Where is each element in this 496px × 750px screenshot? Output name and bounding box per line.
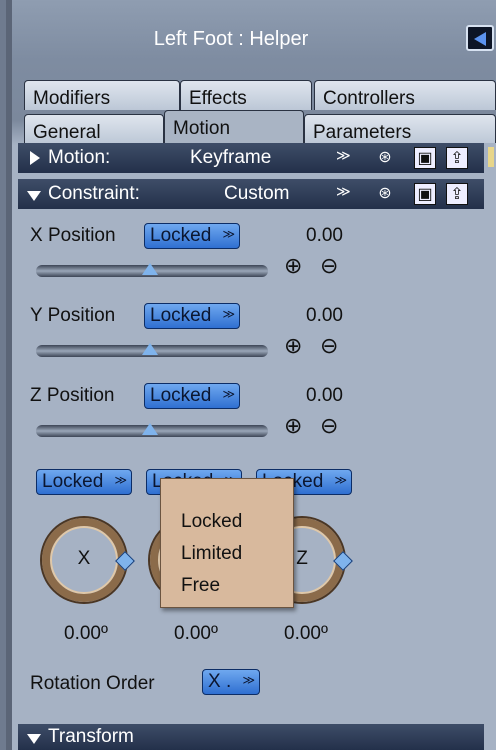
globe-icon[interactable]: ⊛: [374, 183, 396, 205]
zoom-in-icon[interactable]: ⊕: [284, 253, 302, 279]
collapse-icon[interactable]: [27, 191, 41, 201]
mode-popup-menu: Locked Limited Free: [160, 478, 294, 608]
y-rotation-value[interactable]: 0.00º: [174, 623, 218, 645]
chevron-down-icon[interactable]: ≫: [336, 183, 351, 200]
back-arrow-button[interactable]: [466, 25, 494, 51]
load-icon[interactable]: ⇪: [446, 183, 468, 205]
z-position-value[interactable]: 0.00: [306, 385, 343, 407]
x-position-slider[interactable]: [36, 263, 268, 277]
x-position-mode: Locked: [150, 225, 212, 246]
rotation-order-label: Rotation Order: [30, 673, 155, 694]
zoom-out-icon[interactable]: ⊖: [320, 413, 338, 439]
zoom-in-icon[interactable]: ⊕: [284, 333, 302, 359]
x-rotation-value[interactable]: 0.00º: [64, 623, 108, 645]
tab-strip: Modifiers Effects Controllers General Mo…: [12, 80, 496, 147]
zoom-in-icon[interactable]: ⊕: [284, 413, 302, 439]
slider-thumb[interactable]: [142, 343, 158, 355]
transform-section-bar[interactable]: Transform: [18, 724, 484, 750]
z-rotation-value[interactable]: 0.00º: [284, 623, 328, 645]
x-position-mode-dropdown[interactable]: Locked ≫: [144, 223, 240, 249]
menu-item-limited[interactable]: Limited: [181, 543, 242, 565]
z-position-slider[interactable]: [36, 423, 268, 437]
x-position-label: X Position: [30, 225, 116, 246]
zoom-out-icon[interactable]: ⊖: [320, 253, 338, 279]
y-position-value[interactable]: 0.00: [306, 305, 343, 327]
load-icon[interactable]: ⇪: [446, 147, 468, 169]
tab-motion[interactable]: Motion: [164, 110, 304, 144]
window-title: Left Foot : Helper: [153, 28, 309, 50]
x-rotation-dial[interactable]: X: [42, 518, 135, 602]
collapse-icon[interactable]: [27, 734, 41, 744]
x-position-value[interactable]: 0.00: [306, 225, 343, 247]
save-icon[interactable]: ▣: [414, 183, 436, 205]
menu-item-free[interactable]: Free: [181, 575, 220, 597]
motion-tab-content: Motion: Keyframe ≫ ⊛ ▣ ⇪ Constraint: Cus…: [18, 143, 496, 750]
dial-handle[interactable]: [115, 551, 135, 571]
constraint-label: Constraint:: [48, 183, 140, 204]
chevron-down-icon: ≫: [222, 387, 235, 401]
chevron-down-icon: ≫: [114, 473, 127, 487]
tab-general[interactable]: General: [24, 114, 164, 144]
slider-thumb[interactable]: [142, 423, 158, 435]
z-position-mode: Locked: [150, 385, 212, 406]
save-icon[interactable]: ▣: [414, 147, 436, 169]
y-position-mode-dropdown[interactable]: Locked ≫: [144, 303, 240, 329]
dial-handle[interactable]: [333, 551, 353, 571]
chevron-down-icon[interactable]: ≫: [336, 147, 351, 164]
y-position-label: Y Position: [30, 305, 116, 326]
tab-modifiers[interactable]: Modifiers: [24, 80, 180, 110]
slider-thumb[interactable]: [142, 263, 158, 275]
x-rotation-mode-dropdown[interactable]: Locked ≫: [36, 469, 132, 495]
x-rotation-mode: Locked: [42, 471, 104, 492]
tab-parameters[interactable]: Parameters: [304, 114, 496, 144]
constraint-section-bar[interactable]: Constraint: Custom ≫ ⊛ ▣ ⇪: [18, 179, 484, 209]
chevron-down-icon: ≫: [222, 227, 235, 241]
z-position-label: Z Position: [30, 385, 115, 406]
transform-label: Transform: [48, 726, 134, 747]
y-position-slider[interactable]: [36, 343, 268, 357]
rotation-order-dropdown[interactable]: X . ≫: [202, 669, 260, 695]
z-position-mode-dropdown[interactable]: Locked ≫: [144, 383, 240, 409]
globe-icon[interactable]: ⊛: [374, 147, 396, 169]
expand-icon[interactable]: [30, 151, 40, 165]
chevron-down-icon: ≫: [334, 473, 347, 487]
motion-label: Motion:: [48, 147, 111, 168]
motion-value[interactable]: Keyframe: [190, 147, 271, 169]
tab-effects[interactable]: Effects: [180, 80, 312, 110]
chevron-down-icon: ≫: [222, 307, 235, 321]
constraint-value[interactable]: Custom: [224, 183, 289, 205]
scrollbar-thumb[interactable]: [488, 147, 494, 167]
rotation-order-value: X .: [208, 671, 232, 692]
motion-section-bar[interactable]: Motion: Keyframe ≫ ⊛ ▣ ⇪: [18, 143, 484, 173]
tab-controllers[interactable]: Controllers: [314, 80, 496, 110]
y-position-mode: Locked: [150, 305, 212, 326]
chevron-down-icon: ≫: [242, 673, 255, 687]
menu-item-locked[interactable]: Locked: [181, 511, 242, 533]
x-axis-label: X: [77, 548, 91, 569]
zoom-out-icon[interactable]: ⊖: [320, 333, 338, 359]
